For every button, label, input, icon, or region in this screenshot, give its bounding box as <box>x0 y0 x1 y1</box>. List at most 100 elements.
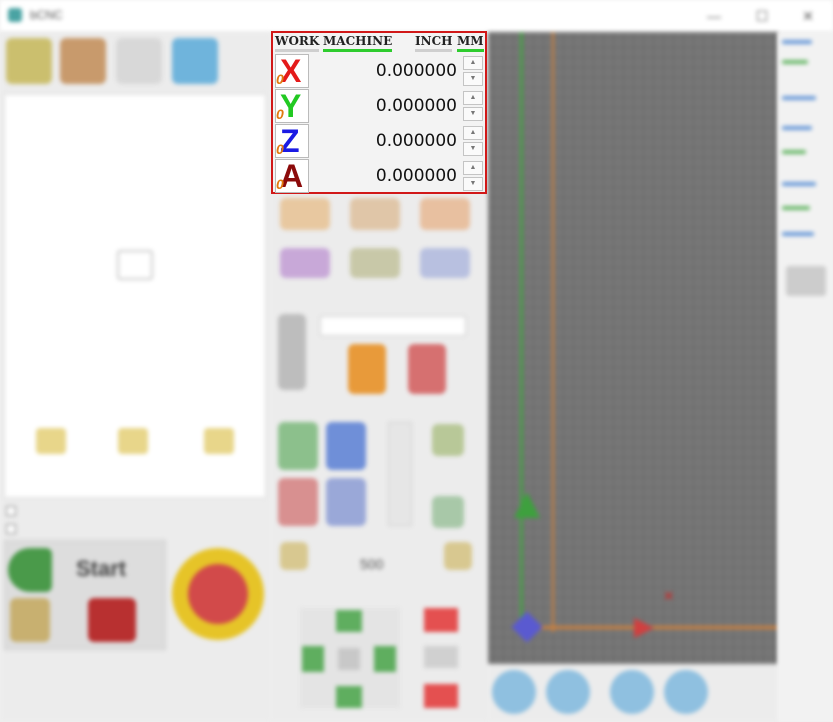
dro-panel: WORK MACHINE INCH MM X 0 0.000000 ▲ ▼ Y … <box>271 31 487 194</box>
axis-x-spin-up[interactable]: ▲ <box>463 56 483 70</box>
step-minus-icon[interactable] <box>280 542 308 570</box>
spindle-ccw-icon[interactable] <box>278 478 318 526</box>
title-bar: bCNC — ☐ ✕ <box>0 0 833 32</box>
probe-button-icon[interactable] <box>280 248 330 278</box>
open-folder-icon[interactable] <box>6 38 52 84</box>
axis-z-spin-up[interactable]: ▲ <box>463 126 483 140</box>
console-line <box>782 150 806 154</box>
canvas-grid <box>488 32 778 664</box>
jog-up-arrow-icon[interactable] <box>336 610 362 632</box>
x-axis-arrow-icon <box>634 618 654 638</box>
status-message <box>6 652 266 662</box>
spindle-cw-icon[interactable] <box>278 422 318 470</box>
axis-z-value: 0.000000 <box>375 131 457 151</box>
jog-right-arrow-icon[interactable] <box>374 646 396 672</box>
stop-icon[interactable] <box>88 598 136 642</box>
axis-y-value: 0.000000 <box>375 96 457 116</box>
maximize-button[interactable]: ☐ <box>752 6 772 26</box>
axis-a-spin-up[interactable]: ▲ <box>463 161 483 175</box>
console-scrollbar[interactable] <box>786 266 826 296</box>
work-tab[interactable]: WORK <box>275 34 320 52</box>
empty-tray-icon <box>117 250 153 280</box>
spindle-slider[interactable] <box>388 422 412 526</box>
axis-row-a: A 0 0.000000 ▲ ▼ <box>275 158 485 194</box>
jog-z-center[interactable] <box>424 646 458 668</box>
tool-change-icon[interactable] <box>408 344 446 394</box>
file-edit-icon[interactable] <box>118 428 148 454</box>
work-area-boundary <box>552 32 554 632</box>
spindle-speed-icon[interactable] <box>326 422 366 470</box>
zero-x-button-icon[interactable] <box>280 198 330 230</box>
axis-row-z: Z 0 0.000000 ▲ ▼ <box>275 123 485 159</box>
jog-center-button[interactable] <box>338 648 360 670</box>
machine-tab[interactable]: MACHINE <box>323 34 393 52</box>
option-checkbox-1[interactable] <box>6 506 16 516</box>
coolant-icon[interactable] <box>326 478 366 526</box>
zoom-in-icon[interactable] <box>664 670 708 714</box>
console-panel[interactable] <box>778 32 833 722</box>
zero-a-icon[interactable]: A 0 <box>275 158 309 194</box>
zero-y-icon[interactable]: Y 0 <box>275 88 309 124</box>
inch-tab[interactable]: INCH <box>415 34 453 52</box>
tool-probe-icon[interactable] <box>348 344 386 394</box>
file-close-icon[interactable] <box>204 428 234 454</box>
zero-x-icon[interactable]: X 0 <box>275 53 309 89</box>
window-title: bCNC <box>30 8 63 22</box>
speed-plus-icon[interactable] <box>432 496 464 528</box>
y-axis-arrow-icon <box>514 492 540 518</box>
axis-z-zero-glyph: 0 <box>276 141 284 157</box>
probe-xy-button-icon[interactable] <box>350 248 400 278</box>
console-line <box>782 206 810 210</box>
console-line <box>782 182 816 186</box>
d-logo-icon[interactable] <box>172 38 218 84</box>
axis-x-value: 0.000000 <box>375 61 457 81</box>
speed-minus-icon[interactable] <box>432 424 464 456</box>
console-line <box>782 126 812 130</box>
jog-z-down-icon[interactable] <box>424 684 458 708</box>
console-line <box>782 96 816 100</box>
wrench-icon[interactable] <box>116 38 162 84</box>
tool-bit-icon <box>278 314 306 390</box>
speed-value: 500 <box>360 556 384 572</box>
console-line <box>782 232 814 236</box>
zero-y-button-icon[interactable] <box>350 198 400 230</box>
zoom-fit-icon[interactable] <box>492 670 536 714</box>
zoom-1-1-icon[interactable] <box>610 670 654 714</box>
axis-a-zero-glyph: 0 <box>276 176 284 192</box>
step-plus-icon[interactable] <box>444 542 472 570</box>
probe-z-button-icon[interactable] <box>420 248 470 278</box>
pause-icon[interactable] <box>10 598 50 642</box>
axis-y-zero-glyph: 0 <box>276 106 284 122</box>
edit-pencil-icon[interactable] <box>60 38 106 84</box>
zoom-out-icon[interactable] <box>546 670 590 714</box>
empty-label <box>110 282 113 292</box>
start-button-label[interactable]: Start <box>76 556 126 582</box>
zero-z-icon[interactable]: Z 0 <box>275 123 309 159</box>
machine-position-marker: × <box>664 588 674 605</box>
y-axis-line <box>520 32 523 632</box>
jog-z-up-icon[interactable] <box>424 608 458 632</box>
axis-row-y: Y 0 0.000000 ▲ ▼ <box>275 88 485 124</box>
axis-x-zero-glyph: 0 <box>276 71 284 87</box>
console-line <box>782 60 808 64</box>
emergency-stop-button[interactable] <box>188 564 248 624</box>
minimize-button[interactable]: — <box>704 6 724 26</box>
axis-a-value: 0.000000 <box>375 166 457 186</box>
mm-tab[interactable]: MM <box>457 34 484 52</box>
console-line <box>782 40 812 44</box>
axis-y-spin-up[interactable]: ▲ <box>463 91 483 105</box>
zero-z-button-icon[interactable] <box>420 198 470 230</box>
start-play-icon[interactable] <box>8 548 52 592</box>
jog-left-arrow-icon[interactable] <box>302 646 324 672</box>
height-number-field[interactable] <box>320 316 466 336</box>
axis-a-spin-down[interactable]: ▼ <box>463 177 483 191</box>
app-icon <box>8 8 22 22</box>
close-button[interactable]: ✕ <box>798 6 818 26</box>
axis-x-spin-down[interactable]: ▼ <box>463 72 483 86</box>
jog-down-arrow-icon[interactable] <box>336 686 362 708</box>
axis-y-spin-down[interactable]: ▼ <box>463 107 483 121</box>
file-open-icon[interactable] <box>36 428 66 454</box>
axis-z-spin-down[interactable]: ▼ <box>463 142 483 156</box>
option-checkbox-2[interactable] <box>6 524 16 534</box>
axis-row-x: X 0 0.000000 ▲ ▼ <box>275 53 485 89</box>
